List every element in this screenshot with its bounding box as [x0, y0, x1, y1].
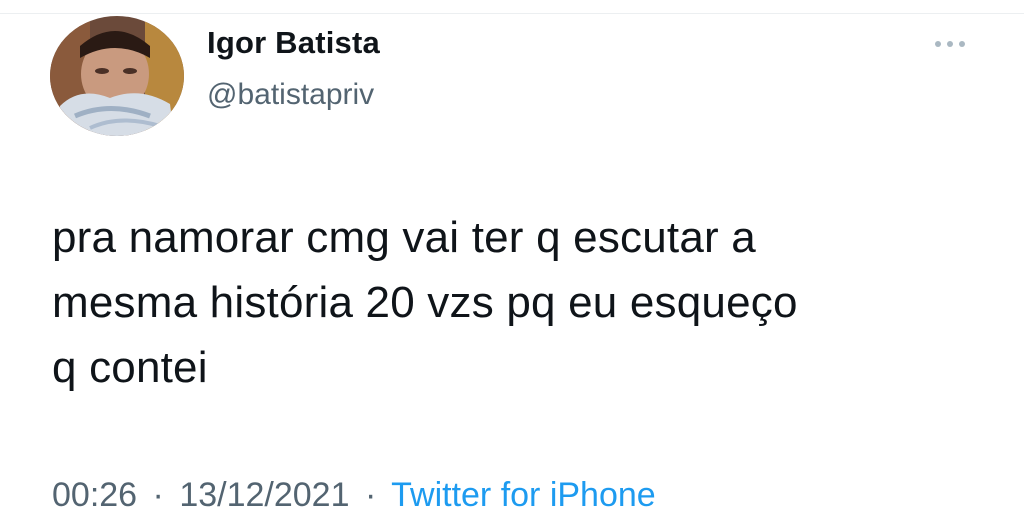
- tweet-card: Igor Batista @batistapriv pra namorar cm…: [0, 0, 1024, 532]
- tweet-metadata: 00:26 · 13/12/2021 · Twitter for iPhone: [52, 476, 656, 515]
- username-handle[interactable]: @batistapriv: [207, 78, 374, 112]
- avatar[interactable]: [50, 16, 184, 136]
- metadata-separator: ·: [152, 476, 164, 514]
- avatar-photo: [50, 16, 184, 136]
- tweet-text: pra namorar cmg vai ter q escutar a mesm…: [52, 213, 798, 392]
- top-divider: [0, 0, 1024, 14]
- tweet-source-link[interactable]: Twitter for iPhone: [391, 476, 656, 514]
- tweet-time[interactable]: 00:26: [52, 476, 137, 514]
- tweet-date[interactable]: 13/12/2021: [179, 476, 349, 514]
- metadata-separator: ·: [364, 476, 377, 514]
- display-name[interactable]: Igor Batista: [207, 25, 380, 61]
- more-horizontal-icon[interactable]: [930, 34, 970, 54]
